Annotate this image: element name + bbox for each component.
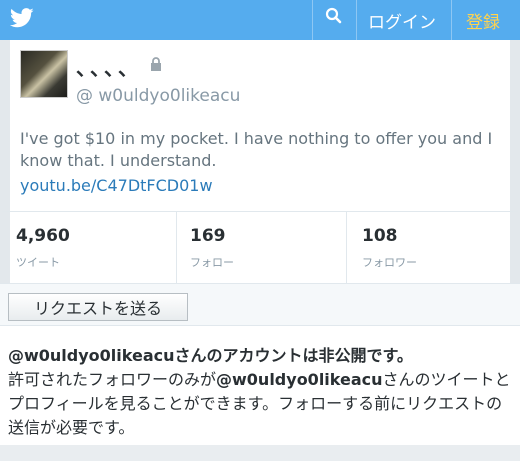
request-bar: リクエストを送る	[0, 283, 520, 325]
stat-label: フォロー	[190, 256, 234, 269]
private-notice-body-user: @w0uldyo0likeacu	[216, 370, 383, 389]
top-navigation-bar: ログイン 登録	[0, 0, 520, 40]
private-notice-body: 許可されたフォロワーのみが@w0uldyo0likeacuさんのツイートとプロフ…	[8, 368, 513, 440]
private-notice-title-text: さんのアカウントは非公開です。	[174, 346, 413, 365]
stat-value: 169	[190, 226, 226, 246]
send-request-button[interactable]: リクエストを送る	[8, 293, 188, 321]
avatar[interactable]	[20, 50, 68, 98]
stat-label: ツイート	[16, 256, 60, 269]
profile-handle: @ w0uldyo0likeacu	[76, 86, 241, 106]
lock-icon	[151, 57, 161, 71]
nav-divider	[356, 0, 357, 40]
page-footer-space	[0, 445, 520, 461]
private-notice-user: @w0uldyo0likeacu	[8, 346, 175, 365]
private-notice-title: @w0uldyo0likeacuさんのアカウントは非公開です。	[8, 342, 413, 366]
stat-value: 108	[362, 226, 398, 246]
nav-divider	[312, 0, 313, 40]
search-icon[interactable]	[322, 4, 346, 28]
profile-link[interactable]: youtu.be/C47DtFCD01w	[20, 176, 213, 195]
profile-stats: 4,960 ツイート 169 フォロー 108 フォロワー	[0, 211, 520, 283]
twitter-bird-icon[interactable]	[10, 8, 34, 28]
stat-divider	[346, 212, 347, 283]
profile-bio: I've got $10 in my pocket. I have nothin…	[20, 129, 493, 170]
private-account-notice: @w0uldyo0likeacuさんのアカウントは非公開です。 許可されたフォロ…	[0, 325, 520, 445]
nav-divider	[451, 0, 452, 40]
stat-divider	[176, 212, 177, 283]
profile-card: 、、、、 @ w0uldyo0likeacu I've got $10 in m…	[0, 40, 520, 211]
login-link[interactable]: ログイン	[368, 8, 436, 33]
signup-link[interactable]: 登録	[466, 8, 500, 33]
profile-name: 、、、、	[76, 56, 142, 80]
stat-value: 4,960	[16, 226, 70, 246]
private-notice-body-pre: 許可されたフォロワーのみが	[8, 370, 217, 389]
stat-label: フォロワー	[362, 256, 417, 269]
